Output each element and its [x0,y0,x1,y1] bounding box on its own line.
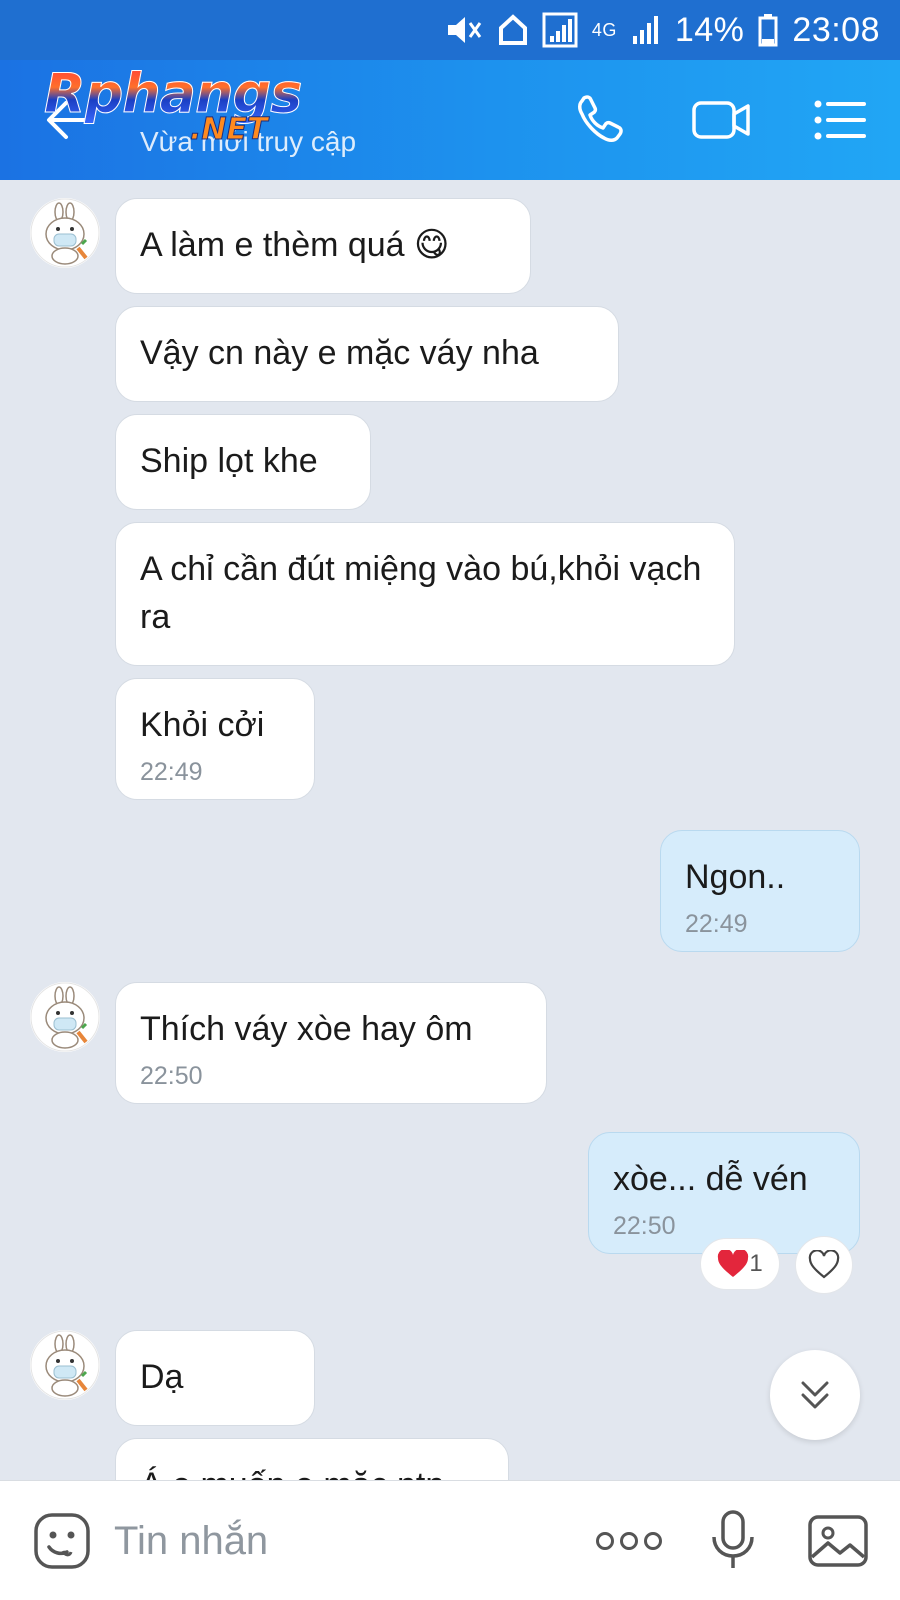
home-icon [498,14,528,46]
battery-icon [758,13,778,47]
chat-thread[interactable]: A làm e thèm quá 😋 Vậy cn này e mặc váy … [0,180,900,1480]
contact-avatar[interactable] [30,982,100,1052]
message-time: 22:49 [140,758,203,786]
message-bubble-incoming[interactable]: Ship lọt khe [115,414,371,510]
message-time: 22:50 [613,1212,676,1240]
message-text: Thích váy xòe hay ôm [140,1010,473,1048]
signal-sim2-icon [631,14,661,46]
heart-icon [718,1250,749,1277]
message-text: Dạ [140,1358,184,1396]
message-text: xòe... dễ vén [613,1160,808,1198]
message-bubble-incoming[interactable]: Vậy cn này e mặc váy nha [115,306,619,402]
battery-percent: 14% [674,10,745,49]
message-text: A chỉ cần đút miệng vào bú,khỏi vạch ra [140,550,702,636]
reaction-heart-count[interactable]: 1 [700,1238,780,1290]
heart-outline-icon [808,1250,840,1279]
emoji-sticker-icon[interactable] [32,1511,92,1571]
message-bubble-incoming[interactable]: Thích váy xòe hay ôm 22:50 [115,982,547,1104]
message-bubble-outgoing[interactable]: Ngon.. 22:49 [660,830,860,952]
video-camera-icon[interactable] [690,90,750,150]
image-gallery-icon[interactable] [806,1511,870,1571]
message-input[interactable] [114,1507,554,1575]
more-options-icon[interactable] [594,1521,664,1561]
clock: 23:08 [792,10,880,49]
react-button[interactable] [795,1236,853,1294]
message-bubble-incoming[interactable]: Dạ [115,1330,315,1426]
network-type-label: 4G [591,19,617,40]
mute-icon [444,13,484,47]
status-bar: 4G 14% 23:08 [0,0,900,60]
message-bubble-incoming[interactable]: Khỏi cởi 22:49 [115,678,315,800]
message-text: A làm e thèm quá 😋 [140,226,450,264]
message-text: Vậy cn này e mặc váy nha [140,334,539,372]
microphone-icon[interactable] [708,1509,758,1573]
message-bubble-incoming[interactable]: A làm e thèm quá 😋 [115,198,531,294]
chat-header: Vừa mới truy cập Rphangs .NET [0,60,900,180]
contact-avatar[interactable] [30,1330,100,1400]
reaction-count: 1 [749,1250,763,1277]
message-text: Á e muốn e mặc ntn [140,1466,444,1480]
message-text: Ship lọt khe [140,442,318,480]
message-time: 22:50 [140,1062,203,1090]
scroll-to-bottom-button[interactable] [770,1350,860,1440]
message-composer [0,1480,900,1600]
message-bubble-incoming[interactable]: A chỉ cần đút miệng vào bú,khỏi vạch ra [115,522,735,666]
phone-icon[interactable] [570,90,630,150]
double-chevron-down-icon [801,1381,829,1409]
message-time: 22:49 [685,910,748,938]
signal-sim1-icon [542,12,578,48]
menu-list-icon[interactable] [810,90,870,150]
message-bubble-incoming[interactable]: Á e muốn e mặc ntn [115,1438,509,1480]
contact-avatar[interactable] [30,198,100,268]
message-text: Ngon.. [685,858,786,896]
message-text: Khỏi cởi [140,706,265,744]
watermark-logo-suffix: .NET [189,112,268,148]
